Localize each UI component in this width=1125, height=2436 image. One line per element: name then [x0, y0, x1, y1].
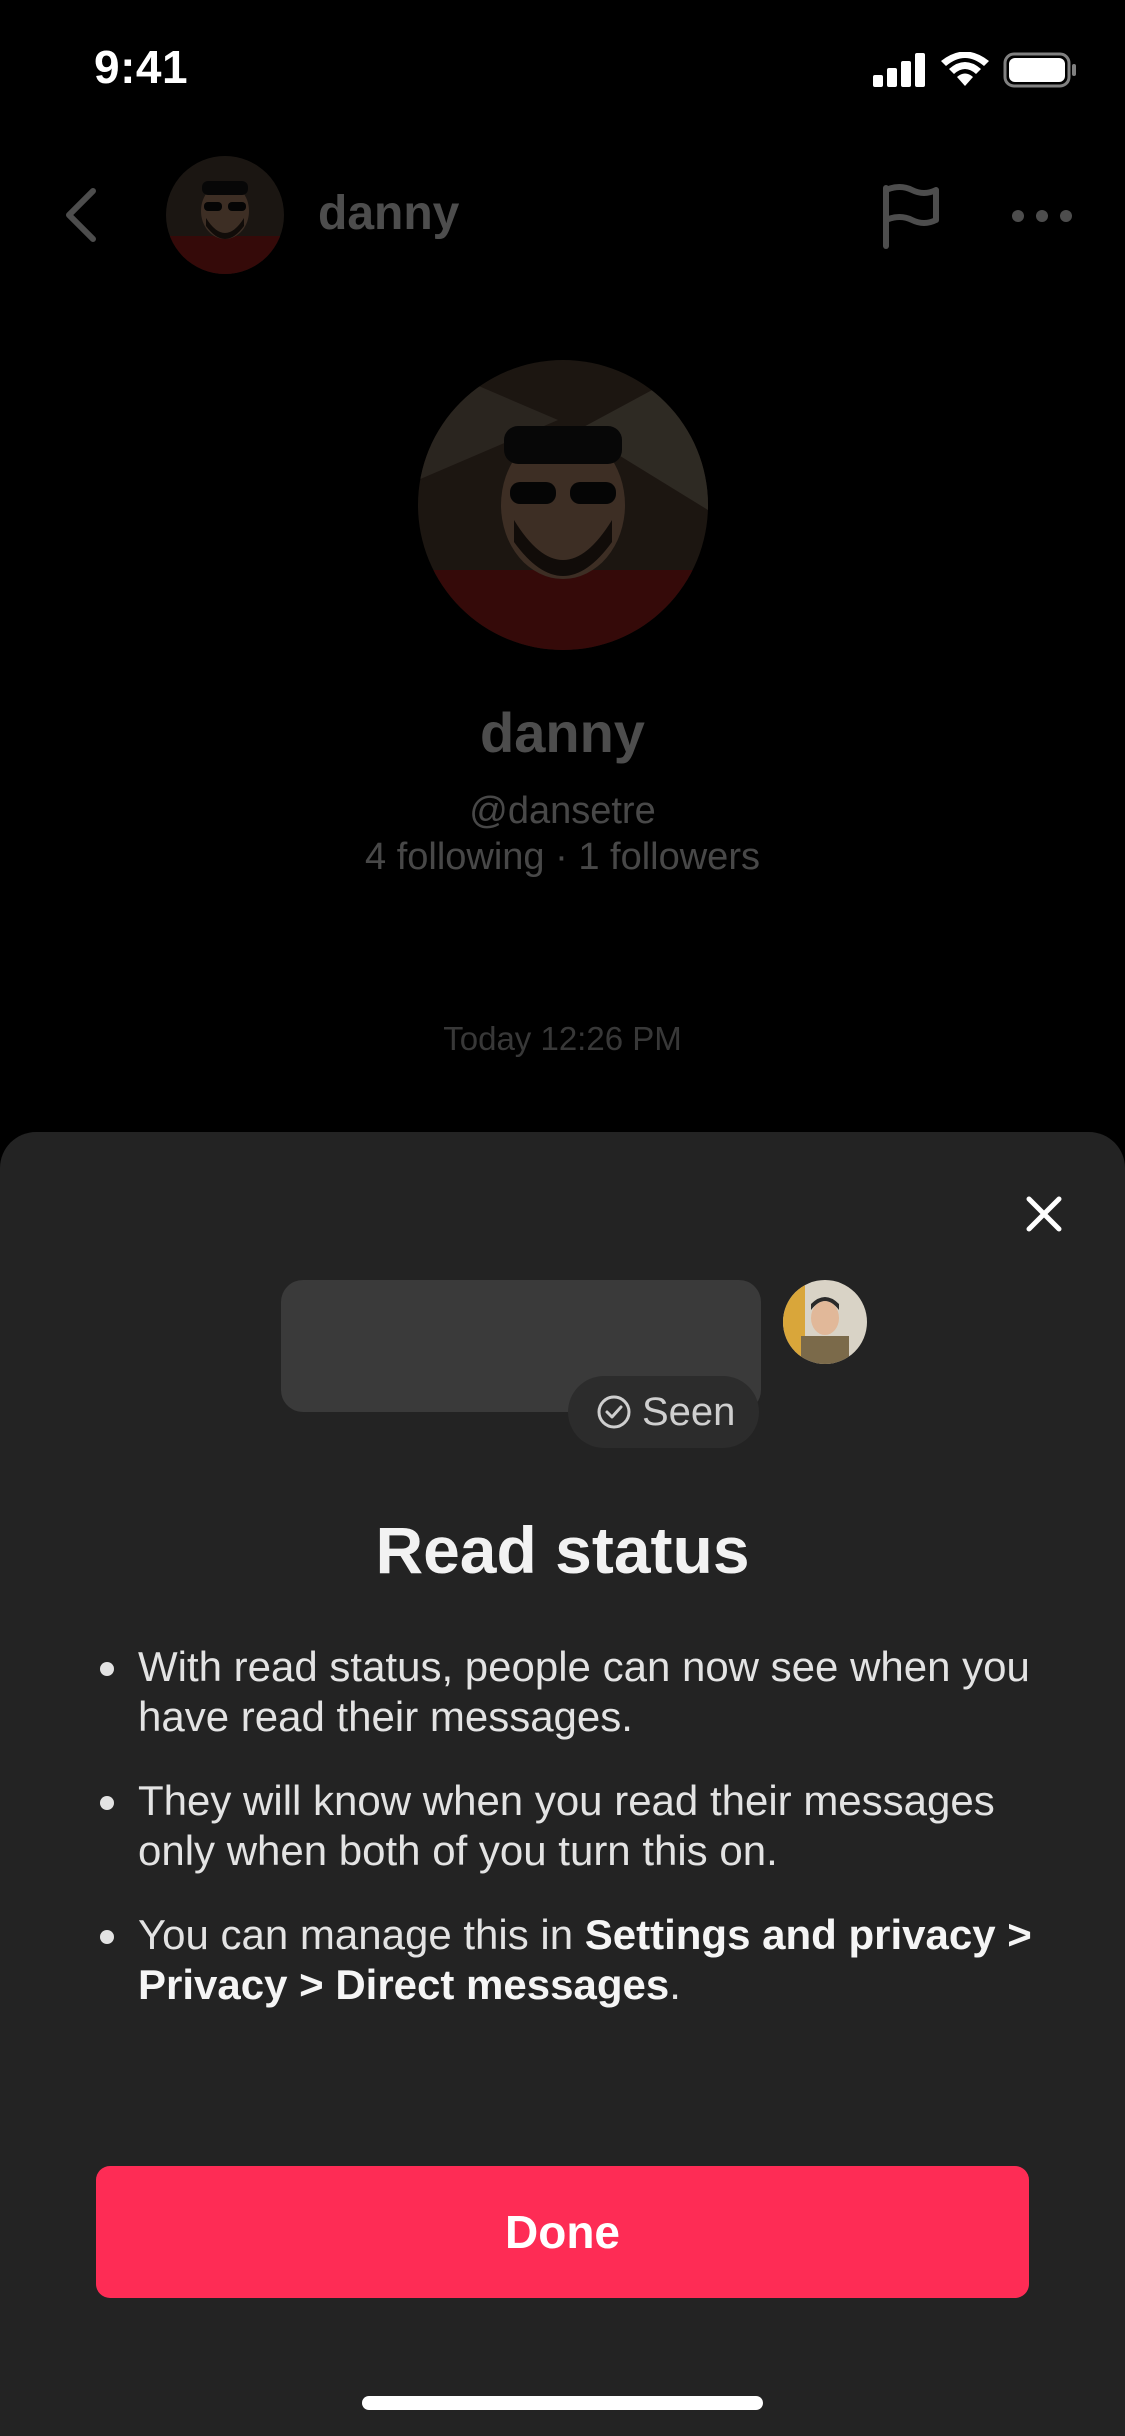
info-bullet-settings-path: You can manage this in Settings and priv…: [96, 1910, 1036, 2010]
avatar-photo: [166, 156, 284, 274]
seen-label: Seen: [642, 1389, 736, 1434]
status-time: 9:41: [94, 41, 189, 93]
settings-path-suffix: .: [669, 1961, 681, 2008]
settings-path-prefix: You can manage this in: [138, 1911, 585, 1958]
report-button[interactable]: [872, 178, 948, 254]
battery-icon: [1003, 52, 1076, 88]
header-name[interactable]: danny: [318, 186, 459, 241]
back-chevron-icon: [66, 188, 96, 242]
home-indicator[interactable]: [362, 2396, 763, 2410]
close-icon: [1026, 1196, 1062, 1232]
follow-stats: 4 following · 1 followers: [365, 836, 760, 878]
check-circle-icon: [597, 1395, 631, 1429]
profile-name: danny: [480, 701, 645, 764]
info-bullet-list: With read status, people can now see whe…: [96, 1642, 1036, 2044]
profile-handle: @dansetre: [469, 790, 656, 832]
profile-avatar[interactable]: [418, 360, 708, 650]
avatar-photo: [783, 1280, 867, 1364]
close-button[interactable]: [1014, 1184, 1074, 1244]
chat-header: danny: [0, 150, 1125, 280]
status-icons: [873, 52, 1077, 88]
more-options-button[interactable]: [1004, 178, 1080, 254]
more-icon: [1012, 210, 1072, 222]
cellular-signal-icon: [873, 53, 925, 87]
info-bullet-mutual: They will know when you read their messa…: [96, 1776, 1036, 1876]
seen-indicator: Seen: [568, 1376, 760, 1448]
status-bar: 9:41: [0, 0, 1125, 140]
back-button[interactable]: [46, 180, 116, 250]
flag-icon: [883, 184, 939, 249]
preview-avatar: [783, 1280, 867, 1364]
profile-photo: [418, 360, 708, 650]
header-avatar[interactable]: [166, 156, 284, 274]
chat-timestamp: Today 12:26 PM: [443, 1020, 682, 1057]
info-bullet-read-status: With read status, people can now see whe…: [96, 1642, 1036, 1742]
sheet-title: Read status: [375, 1513, 750, 1587]
done-button[interactable]: Done: [96, 2166, 1029, 2298]
wifi-icon: [941, 52, 989, 86]
read-status-sheet: Seen Read status With read status, peopl…: [0, 1132, 1125, 2436]
